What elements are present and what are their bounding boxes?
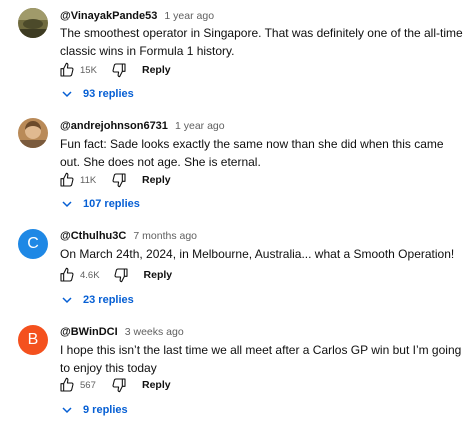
reply-button[interactable]: Reply xyxy=(142,379,171,391)
comment-header: @BWinDCI 3 weeks ago xyxy=(60,325,184,339)
comment-actions: 567 Reply xyxy=(56,374,171,396)
comment-text: On March 24th, 2024, in Melbourne, Austr… xyxy=(60,247,455,261)
view-replies-button[interactable]: 9 replies xyxy=(60,400,128,420)
comment-header: @Cthulhu3C 7 months ago xyxy=(60,229,197,243)
like-count: 4.6K xyxy=(80,269,100,281)
thumbs-up-icon xyxy=(60,172,74,187)
replies-count: 23 replies xyxy=(83,294,134,306)
like-button[interactable] xyxy=(56,169,78,191)
like-button[interactable] xyxy=(56,374,78,396)
reply-button[interactable]: Reply xyxy=(142,174,171,186)
dislike-button[interactable] xyxy=(110,264,132,286)
thumbs-down-icon xyxy=(112,173,126,188)
avatar-image xyxy=(18,8,48,38)
dislike-button[interactable] xyxy=(108,169,130,191)
chevron-down-icon xyxy=(60,197,74,211)
comment-text: Fun fact: Sade looks exactly the same no… xyxy=(60,137,444,169)
author-name[interactable]: @andrejohnson6731 xyxy=(60,120,168,132)
chevron-down-icon xyxy=(60,403,74,417)
replies-count: 9 replies xyxy=(83,404,128,416)
reply-button[interactable]: Reply xyxy=(144,269,173,281)
view-replies-button[interactable]: 23 replies xyxy=(60,290,134,310)
like-count: 11K xyxy=(80,174,97,186)
comment-text: I hope this isn’t the last time we all m… xyxy=(60,343,462,375)
dislike-button[interactable] xyxy=(108,59,130,81)
like-count: 15K xyxy=(80,64,97,76)
replies-count: 93 replies xyxy=(83,88,134,100)
avatar-image xyxy=(18,118,48,148)
dislike-button[interactable] xyxy=(108,374,130,396)
comment-actions: 15K Reply xyxy=(56,59,171,81)
comment-time[interactable]: 1 year ago xyxy=(175,120,225,132)
avatar[interactable] xyxy=(18,118,48,148)
reply-button[interactable]: Reply xyxy=(142,64,171,76)
comment-time[interactable]: 3 weeks ago xyxy=(125,326,184,338)
avatar[interactable] xyxy=(18,8,48,38)
thumbs-down-icon xyxy=(112,63,126,78)
like-button[interactable] xyxy=(56,264,78,286)
comment-header: @VinayakPande53 1 year ago xyxy=(60,9,214,23)
like-count: 567 xyxy=(80,379,96,391)
thumbs-up-icon xyxy=(60,267,74,282)
author-name[interactable]: @Cthulhu3C xyxy=(60,230,126,242)
comment-time[interactable]: 7 months ago xyxy=(133,230,197,242)
comment-actions: 4.6K Reply xyxy=(56,264,172,286)
thumbs-down-icon xyxy=(114,268,128,283)
replies-count: 107 replies xyxy=(83,198,140,210)
view-replies-button[interactable]: 107 replies xyxy=(60,194,140,214)
comment-header: @andrejohnson6731 1 year ago xyxy=(60,119,225,133)
chevron-down-icon xyxy=(60,293,74,307)
thumbs-down-icon xyxy=(112,378,126,393)
like-button[interactable] xyxy=(56,59,78,81)
avatar-letter: B xyxy=(27,331,39,348)
avatar[interactable]: C xyxy=(18,229,48,259)
chevron-down-icon xyxy=(60,87,74,101)
comment-time[interactable]: 1 year ago xyxy=(164,10,214,22)
author-name[interactable]: @VinayakPande53 xyxy=(60,10,157,22)
comment-text: The smoothest operator in Singapore. Tha… xyxy=(60,26,463,58)
avatar[interactable]: B xyxy=(18,325,48,355)
comment-actions: 11K Reply xyxy=(56,169,171,191)
thumbs-up-icon xyxy=(60,62,74,77)
avatar-letter: C xyxy=(27,235,39,252)
thumbs-up-icon xyxy=(60,377,74,392)
view-replies-button[interactable]: 93 replies xyxy=(60,84,134,104)
author-name[interactable]: @BWinDCI xyxy=(60,326,118,338)
